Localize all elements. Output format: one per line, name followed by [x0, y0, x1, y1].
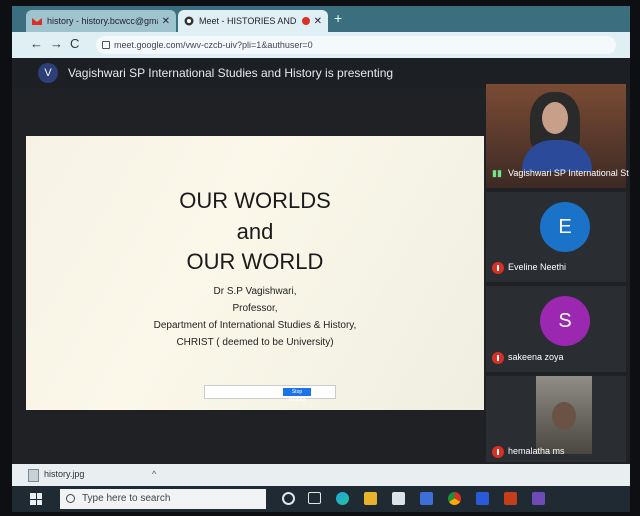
slide-title-line-3: OUR WORLD	[186, 249, 324, 274]
screen: history - history.bcwcc@gmail.cc ✕ Meet …	[12, 6, 630, 512]
participant-name: Eveline Neethi	[508, 262, 567, 272]
tab-meet-label: Meet - HISTORIES AND IDEN	[199, 16, 299, 26]
back-icon[interactable]: ←	[30, 36, 43, 51]
close-icon[interactable]: ✕	[162, 16, 170, 27]
participant-face	[542, 102, 568, 134]
browser-toolbar: ← → C meet.google.com/vwv-czcb-uiv?pli=1…	[12, 32, 630, 58]
meet-icon	[184, 16, 194, 26]
recording-icon	[301, 17, 310, 25]
file-explorer-icon[interactable]	[364, 492, 377, 505]
lock-icon	[102, 41, 110, 49]
task-view-icon[interactable]	[308, 492, 321, 504]
cortana-icon[interactable]	[282, 492, 295, 505]
presenting-text: Vagishwari SP International Studies and …	[68, 66, 394, 80]
file-icon	[28, 469, 39, 482]
participant-name: Vagishwari SP International St	[508, 168, 629, 178]
powerpoint-icon[interactable]	[504, 492, 517, 505]
avatar: V	[38, 63, 58, 83]
participant-name: sakeena zoya	[508, 352, 564, 362]
mail-icon[interactable]	[420, 492, 433, 505]
windows-taskbar: Type here to search	[12, 486, 630, 512]
participant-tile-sakeena[interactable]: S sakeena zoya	[486, 286, 626, 372]
close-icon[interactable]: ✕	[314, 16, 322, 27]
downloads-bar: history.jpg ^	[12, 464, 630, 486]
gmail-icon	[32, 18, 42, 25]
speaking-icon: ▮▮	[492, 168, 502, 178]
avatar: S	[540, 296, 590, 346]
tab-gmail[interactable]: history - history.bcwcc@gmail.cc ✕	[26, 10, 176, 32]
forward-icon[interactable]: →	[50, 36, 63, 51]
avatar: E	[540, 202, 590, 252]
search-placeholder: Type here to search	[82, 493, 171, 504]
tab-strip: history - history.bcwcc@gmail.cc ✕ Meet …	[12, 6, 630, 32]
taskbar-search-input[interactable]: Type here to search	[60, 489, 266, 509]
url-text: meet.google.com/vwv-czcb-uiv?pli=1&authu…	[114, 40, 313, 50]
participant-tile-hemalatha[interactable]: hemalatha ms	[486, 376, 626, 462]
tab-gmail-label: history - history.bcwcc@gmail.cc	[47, 16, 158, 26]
word-icon[interactable]	[476, 492, 489, 505]
participant-tile-eveline[interactable]: E Eveline Neethi	[486, 192, 626, 282]
edge-icon[interactable]	[336, 492, 349, 505]
participant-name: hemalatha ms	[508, 446, 565, 456]
reload-icon[interactable]: C	[70, 36, 79, 51]
app-icon[interactable]	[532, 492, 545, 505]
participant-tile-vagishwari[interactable]: ▮▮ Vagishwari SP International St	[486, 84, 629, 188]
sharing-bar: Stop sharing	[204, 385, 336, 403]
new-tab-button[interactable]: +	[334, 10, 342, 26]
mic-off-icon	[492, 352, 504, 364]
stop-sharing-button[interactable]: Stop sharing	[283, 388, 311, 403]
shared-slide: OUR WORLDS and OUR WORLD Dr S.P Vagishwa…	[26, 136, 484, 410]
slide-department: Department of International Studies & Hi…	[153, 320, 357, 331]
slide-title-line-2: and	[236, 219, 274, 244]
mic-off-icon	[492, 446, 504, 458]
download-item[interactable]: history.jpg	[44, 469, 84, 479]
address-bar[interactable]: meet.google.com/vwv-czcb-uiv?pli=1&authu…	[96, 36, 616, 54]
store-icon[interactable]	[392, 492, 405, 505]
slide-role: Professor,	[232, 303, 278, 314]
chevron-up-icon[interactable]: ^	[152, 469, 156, 479]
participant-face	[552, 402, 576, 430]
chrome-icon[interactable]	[448, 492, 461, 505]
windows-start-icon[interactable]	[30, 493, 42, 505]
search-icon	[66, 494, 75, 503]
mic-off-icon	[492, 262, 504, 274]
slide-author: Dr S.P Vagishwari,	[213, 286, 297, 297]
slide-institution: CHRIST ( deemed to be University)	[176, 337, 334, 348]
tab-meet[interactable]: Meet - HISTORIES AND IDEN ✕	[178, 10, 328, 32]
slide-title-line-1: OUR WORLDS	[179, 188, 331, 213]
